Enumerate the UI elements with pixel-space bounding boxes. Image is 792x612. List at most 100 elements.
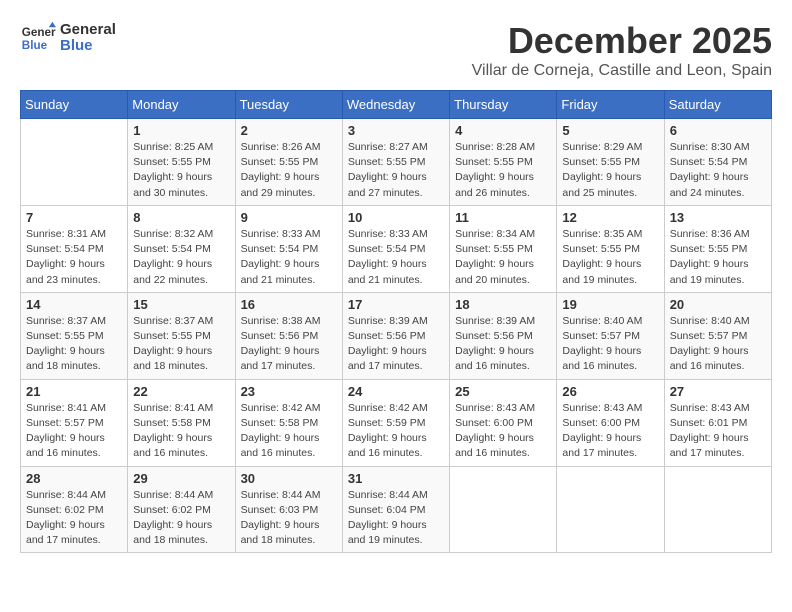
logo-line1: General bbox=[60, 22, 116, 39]
day-info: Sunrise: 8:27 AM Sunset: 5:55 PM Dayligh… bbox=[348, 140, 444, 201]
day-info: Sunrise: 8:40 AM Sunset: 5:57 PM Dayligh… bbox=[562, 314, 658, 375]
calendar-cell: 25 Sunrise: 8:43 AM Sunset: 6:00 PM Dayli… bbox=[450, 379, 557, 466]
calendar-week-row: 7 Sunrise: 8:31 AM Sunset: 5:54 PM Daylig… bbox=[21, 205, 772, 292]
calendar-cell bbox=[664, 466, 771, 553]
day-number: 25 bbox=[455, 384, 551, 399]
calendar-cell: 12 Sunrise: 8:35 AM Sunset: 5:55 PM Dayli… bbox=[557, 205, 664, 292]
day-info: Sunrise: 8:26 AM Sunset: 5:55 PM Dayligh… bbox=[241, 140, 337, 201]
calendar-cell: 2 Sunrise: 8:26 AM Sunset: 5:55 PM Daylig… bbox=[235, 119, 342, 206]
calendar-week-row: 28 Sunrise: 8:44 AM Sunset: 6:02 PM Dayli… bbox=[21, 466, 772, 553]
calendar-week-row: 14 Sunrise: 8:37 AM Sunset: 5:55 PM Dayli… bbox=[21, 292, 772, 379]
day-info: Sunrise: 8:40 AM Sunset: 5:57 PM Dayligh… bbox=[670, 314, 766, 375]
day-info: Sunrise: 8:33 AM Sunset: 5:54 PM Dayligh… bbox=[348, 227, 444, 288]
day-number: 18 bbox=[455, 297, 551, 312]
weekday-header: Wednesday bbox=[342, 91, 449, 119]
calendar-table: SundayMondayTuesdayWednesdayThursdayFrid… bbox=[20, 90, 772, 553]
day-info: Sunrise: 8:37 AM Sunset: 5:55 PM Dayligh… bbox=[26, 314, 122, 375]
day-number: 28 bbox=[26, 471, 122, 486]
day-info: Sunrise: 8:44 AM Sunset: 6:04 PM Dayligh… bbox=[348, 488, 444, 549]
logo-icon: General Blue bbox=[20, 20, 56, 56]
calendar-cell bbox=[450, 466, 557, 553]
day-number: 23 bbox=[241, 384, 337, 399]
day-number: 26 bbox=[562, 384, 658, 399]
day-info: Sunrise: 8:38 AM Sunset: 5:56 PM Dayligh… bbox=[241, 314, 337, 375]
calendar-cell: 7 Sunrise: 8:31 AM Sunset: 5:54 PM Daylig… bbox=[21, 205, 128, 292]
calendar-cell: 19 Sunrise: 8:40 AM Sunset: 5:57 PM Dayli… bbox=[557, 292, 664, 379]
day-info: Sunrise: 8:35 AM Sunset: 5:55 PM Dayligh… bbox=[562, 227, 658, 288]
weekday-header: Tuesday bbox=[235, 91, 342, 119]
day-info: Sunrise: 8:42 AM Sunset: 5:59 PM Dayligh… bbox=[348, 401, 444, 462]
calendar-cell: 10 Sunrise: 8:33 AM Sunset: 5:54 PM Dayli… bbox=[342, 205, 449, 292]
day-info: Sunrise: 8:37 AM Sunset: 5:55 PM Dayligh… bbox=[133, 314, 229, 375]
calendar-cell: 4 Sunrise: 8:28 AM Sunset: 5:55 PM Daylig… bbox=[450, 119, 557, 206]
day-info: Sunrise: 8:28 AM Sunset: 5:55 PM Dayligh… bbox=[455, 140, 551, 201]
calendar-cell: 28 Sunrise: 8:44 AM Sunset: 6:02 PM Dayli… bbox=[21, 466, 128, 553]
day-number: 6 bbox=[670, 123, 766, 138]
day-number: 7 bbox=[26, 210, 122, 225]
calendar-cell: 17 Sunrise: 8:39 AM Sunset: 5:56 PM Dayli… bbox=[342, 292, 449, 379]
day-number: 19 bbox=[562, 297, 658, 312]
day-info: Sunrise: 8:39 AM Sunset: 5:56 PM Dayligh… bbox=[348, 314, 444, 375]
calendar-cell: 27Sunrise: 8:43 AM Sunset: 6:01 PM Dayli… bbox=[664, 379, 771, 466]
calendar-cell: 21 Sunrise: 8:41 AM Sunset: 5:57 PM Dayli… bbox=[21, 379, 128, 466]
day-info: Sunrise: 8:30 AM Sunset: 5:54 PM Dayligh… bbox=[670, 140, 766, 201]
day-number: 3 bbox=[348, 123, 444, 138]
day-info: Sunrise: 8:44 AM Sunset: 6:02 PM Dayligh… bbox=[133, 488, 229, 549]
calendar-cell: 15Sunrise: 8:37 AM Sunset: 5:55 PM Dayli… bbox=[128, 292, 235, 379]
calendar-cell: 11Sunrise: 8:34 AM Sunset: 5:55 PM Dayli… bbox=[450, 205, 557, 292]
day-number: 30 bbox=[241, 471, 337, 486]
calendar-cell: 6 Sunrise: 8:30 AM Sunset: 5:54 PM Daylig… bbox=[664, 119, 771, 206]
calendar-week-row: 21 Sunrise: 8:41 AM Sunset: 5:57 PM Dayli… bbox=[21, 379, 772, 466]
day-info: Sunrise: 8:41 AM Sunset: 5:58 PM Dayligh… bbox=[133, 401, 229, 462]
day-number: 21 bbox=[26, 384, 122, 399]
weekday-header: Saturday bbox=[664, 91, 771, 119]
calendar-cell: 26 Sunrise: 8:43 AM Sunset: 6:00 PM Dayli… bbox=[557, 379, 664, 466]
weekday-header: Friday bbox=[557, 91, 664, 119]
calendar-cell bbox=[557, 466, 664, 553]
weekday-header: Sunday bbox=[21, 91, 128, 119]
day-number: 9 bbox=[241, 210, 337, 225]
day-number: 22 bbox=[133, 384, 229, 399]
day-info: Sunrise: 8:31 AM Sunset: 5:54 PM Dayligh… bbox=[26, 227, 122, 288]
day-number: 10 bbox=[348, 210, 444, 225]
calendar-cell: 31Sunrise: 8:44 AM Sunset: 6:04 PM Dayli… bbox=[342, 466, 449, 553]
calendar-cell: 14 Sunrise: 8:37 AM Sunset: 5:55 PM Dayli… bbox=[21, 292, 128, 379]
calendar-cell: 8Sunrise: 8:32 AM Sunset: 5:54 PM Daylig… bbox=[128, 205, 235, 292]
day-info: Sunrise: 8:32 AM Sunset: 5:54 PM Dayligh… bbox=[133, 227, 229, 288]
calendar-cell: 22 Sunrise: 8:41 AM Sunset: 5:58 PM Dayli… bbox=[128, 379, 235, 466]
day-number: 1 bbox=[133, 123, 229, 138]
calendar-cell: 29Sunrise: 8:44 AM Sunset: 6:02 PM Dayli… bbox=[128, 466, 235, 553]
day-info: Sunrise: 8:43 AM Sunset: 6:00 PM Dayligh… bbox=[455, 401, 551, 462]
day-number: 13 bbox=[670, 210, 766, 225]
calendar-cell: 20 Sunrise: 8:40 AM Sunset: 5:57 PM Dayli… bbox=[664, 292, 771, 379]
logo-line2: Blue bbox=[60, 38, 116, 55]
day-number: 4 bbox=[455, 123, 551, 138]
weekday-header: Thursday bbox=[450, 91, 557, 119]
day-info: Sunrise: 8:42 AM Sunset: 5:58 PM Dayligh… bbox=[241, 401, 337, 462]
day-number: 24 bbox=[348, 384, 444, 399]
day-info: Sunrise: 8:43 AM Sunset: 6:00 PM Dayligh… bbox=[562, 401, 658, 462]
weekday-header: Monday bbox=[128, 91, 235, 119]
calendar-cell: 13 Sunrise: 8:36 AM Sunset: 5:55 PM Dayli… bbox=[664, 205, 771, 292]
calendar-cell bbox=[21, 119, 128, 206]
day-info: Sunrise: 8:44 AM Sunset: 6:03 PM Dayligh… bbox=[241, 488, 337, 549]
day-number: 14 bbox=[26, 297, 122, 312]
calendar-cell: 5Sunrise: 8:29 AM Sunset: 5:55 PM Daylig… bbox=[557, 119, 664, 206]
day-number: 5 bbox=[562, 123, 658, 138]
calendar-cell: 24 Sunrise: 8:42 AM Sunset: 5:59 PM Dayli… bbox=[342, 379, 449, 466]
calendar-cell: 3 Sunrise: 8:27 AM Sunset: 5:55 PM Daylig… bbox=[342, 119, 449, 206]
day-info: Sunrise: 8:41 AM Sunset: 5:57 PM Dayligh… bbox=[26, 401, 122, 462]
day-info: Sunrise: 8:33 AM Sunset: 5:54 PM Dayligh… bbox=[241, 227, 337, 288]
calendar-week-row: 1Sunrise: 8:25 AM Sunset: 5:55 PM Daylig… bbox=[21, 119, 772, 206]
day-number: 17 bbox=[348, 297, 444, 312]
day-number: 2 bbox=[241, 123, 337, 138]
day-info: Sunrise: 8:36 AM Sunset: 5:55 PM Dayligh… bbox=[670, 227, 766, 288]
calendar-cell: 16Sunrise: 8:38 AM Sunset: 5:56 PM Dayli… bbox=[235, 292, 342, 379]
day-number: 20 bbox=[670, 297, 766, 312]
day-number: 12 bbox=[562, 210, 658, 225]
calendar-cell: 1Sunrise: 8:25 AM Sunset: 5:55 PM Daylig… bbox=[128, 119, 235, 206]
location-title: Villar de Corneja, Castille and Leon, Sp… bbox=[472, 62, 772, 80]
day-info: Sunrise: 8:44 AM Sunset: 6:02 PM Dayligh… bbox=[26, 488, 122, 549]
day-info: Sunrise: 8:39 AM Sunset: 5:56 PM Dayligh… bbox=[455, 314, 551, 375]
svg-text:General: General bbox=[22, 26, 56, 39]
